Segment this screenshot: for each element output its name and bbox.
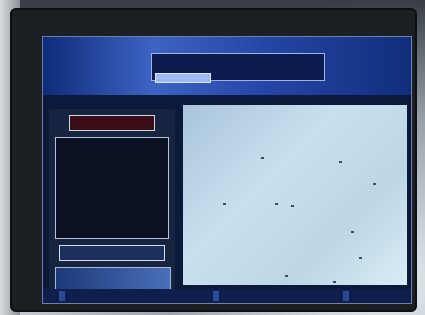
status-middle — [213, 291, 219, 301]
speck — [275, 203, 278, 205]
info-text-box — [55, 137, 169, 239]
main-content-area[interactable] — [183, 105, 407, 285]
crt-monitor — [10, 8, 417, 312]
panel-action-button[interactable] — [59, 245, 165, 261]
speck — [261, 157, 264, 159]
speck — [223, 203, 226, 205]
status-right — [343, 291, 349, 301]
speck — [285, 275, 288, 277]
speck — [333, 281, 336, 283]
speck — [373, 183, 376, 185]
info-panel-title — [69, 115, 155, 131]
title-tab-highlight[interactable] — [155, 73, 211, 83]
status-bar — [43, 289, 411, 303]
app-screen — [42, 36, 412, 304]
speck — [291, 205, 294, 207]
speck — [359, 257, 362, 259]
info-panel — [49, 109, 175, 303]
speck — [351, 231, 354, 233]
status-left — [59, 291, 65, 301]
speck — [339, 161, 342, 163]
header-bar — [43, 37, 411, 95]
